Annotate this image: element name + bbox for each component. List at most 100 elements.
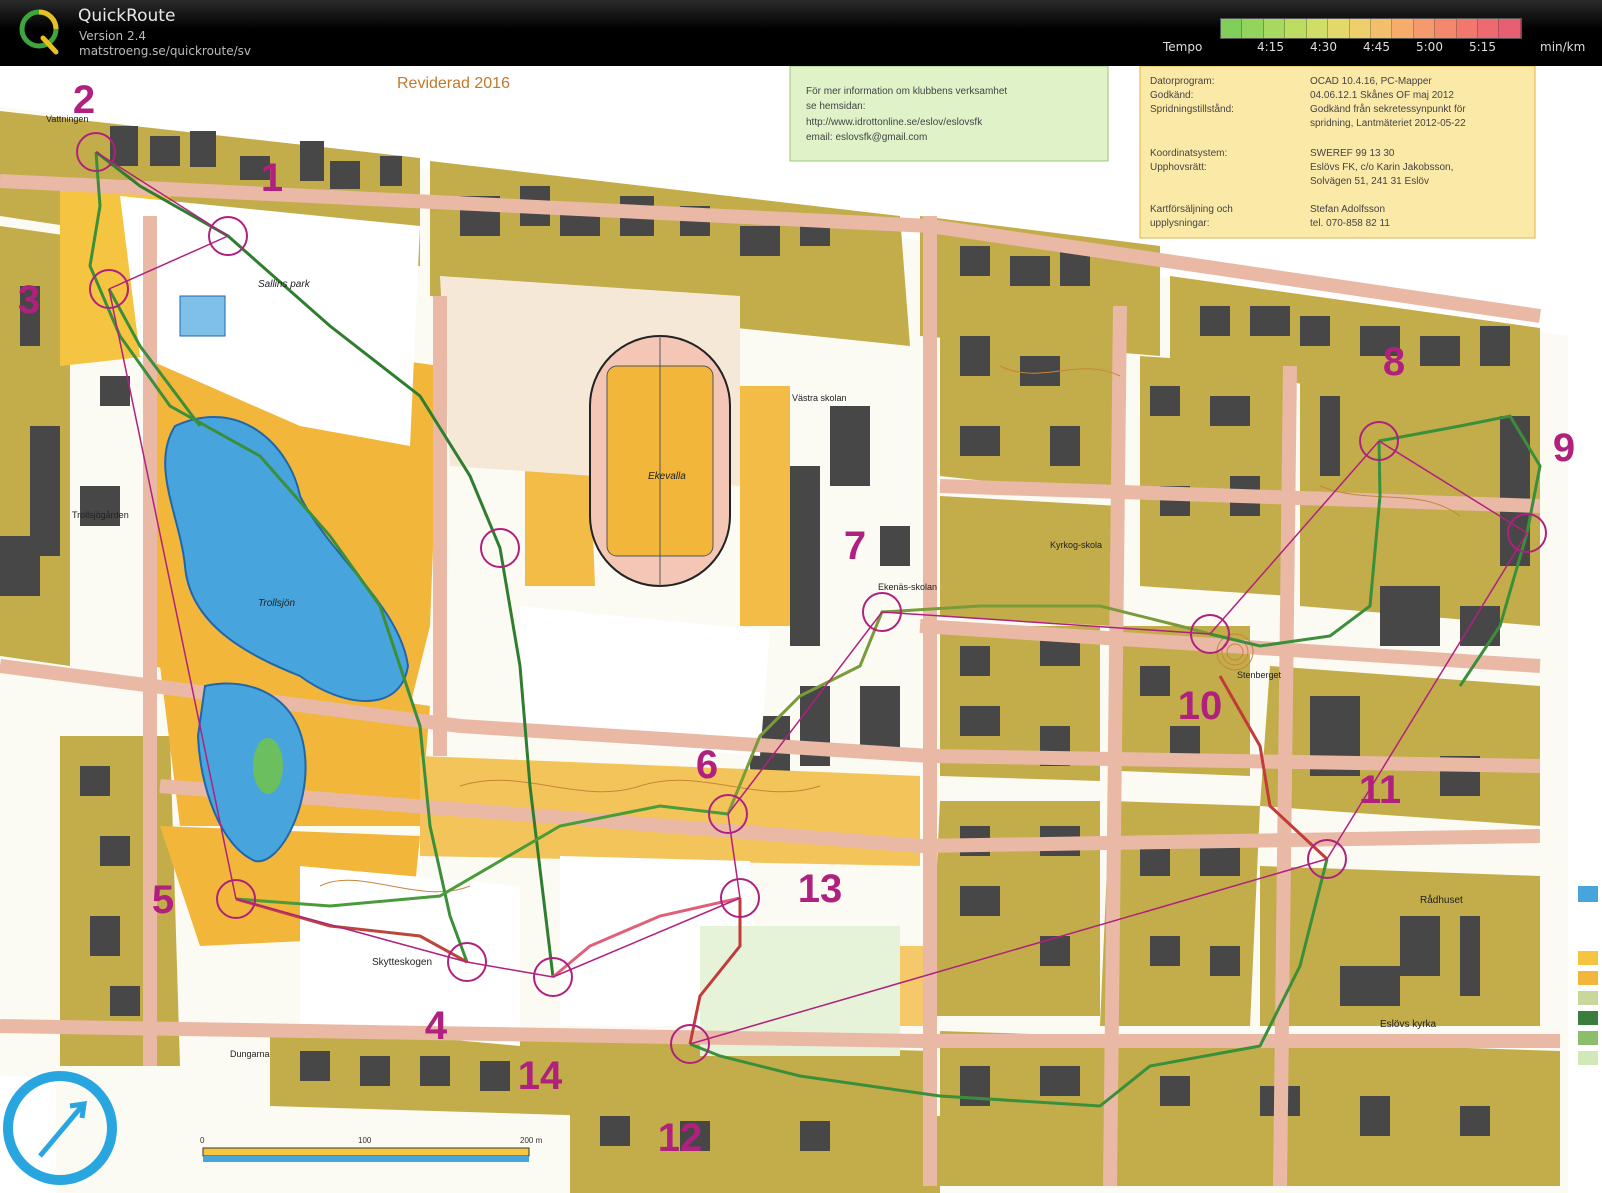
tempo-color-cell: [1349, 19, 1371, 38]
building: [830, 406, 870, 486]
tempo-color-cell: [1263, 19, 1286, 38]
control-number: 8: [1383, 340, 1405, 384]
building: [960, 426, 1000, 456]
map-info-label: Spridningstillstånd:: [1150, 103, 1234, 115]
building: [150, 136, 180, 166]
tempo-color-cell: [1499, 19, 1521, 38]
building: [1250, 306, 1290, 336]
tempo-color-cell: [1478, 19, 1500, 38]
tempo-color-cell: [1370, 19, 1393, 38]
tempo-tick-2: 4:30: [1310, 40, 1337, 54]
building: [1480, 326, 1510, 366]
tempo-tick-5: 5:15: [1469, 40, 1496, 54]
map-info-value: SWEREF 99 13 30: [1310, 148, 1395, 159]
building: [1460, 606, 1500, 646]
building: [420, 1056, 450, 1086]
club-info-line-1: För mer information om klubbens verksamh…: [806, 86, 1007, 97]
label-radhuset: Rådhuset: [1420, 894, 1463, 906]
building: [1020, 356, 1060, 386]
map-info-value: spridning, Lantmäteriet 2012-05-22: [1310, 118, 1466, 129]
scale-zero: 0: [200, 1136, 205, 1145]
building: [1040, 1066, 1080, 1096]
building: [1420, 336, 1460, 366]
app-title: QuickRoute: [78, 6, 176, 26]
building: [1140, 666, 1170, 696]
building: [1170, 726, 1200, 756]
tempo-label: Tempo: [1163, 40, 1203, 54]
quickroute-logo-icon: [19, 9, 59, 55]
tempo-color-cell: [1328, 19, 1350, 38]
control-number: 1: [261, 156, 283, 200]
tempo-color-cell: [1413, 19, 1436, 38]
building: [1380, 586, 1440, 646]
club-info-box: För mer information om klubbens verksamh…: [789, 66, 1109, 162]
control-number: 9: [1553, 426, 1575, 470]
building: [880, 526, 910, 566]
map-info-value: Godkänd från sekretessynpunkt för: [1310, 103, 1466, 115]
building: [0, 536, 40, 596]
map-info-label: Koordinatsystem:: [1150, 148, 1227, 159]
map-info-value: Solvägen 51, 241 31 Eslöv: [1310, 176, 1429, 187]
orienteering-map[interactable]: 1 2 3 4 5 6 7 8 9 10 11 12 13 14 Vattningen Sallins p…: [0, 66, 1602, 1193]
building: [300, 1051, 330, 1081]
building: [1400, 916, 1440, 976]
label-trollsjon: Trollsjön: [258, 598, 295, 609]
map-info-value: tel. 070-858 82 11: [1310, 218, 1390, 229]
label-ekevalla: Ekevalla: [648, 471, 686, 482]
app-version: Version 2.4: [79, 29, 147, 43]
building: [800, 1121, 830, 1151]
tempo-color-cell: [1242, 19, 1264, 38]
building: [480, 1061, 510, 1091]
tempo-color-scale: [1220, 18, 1522, 39]
map-info-box: Datorprogram: Godkänd: Spridningstillstånd…: [1139, 66, 1536, 239]
label-kyrkog-skola: Kyrkog-skola: [1050, 540, 1102, 550]
building: [100, 376, 130, 406]
control-number: 12: [658, 1116, 703, 1160]
label-dungarna: Dungarna: [230, 1049, 270, 1059]
tempo-color-cell: [1285, 19, 1307, 38]
label-vastra-skolan: Västra skolan: [792, 393, 847, 403]
label-skytteskogen: Skytteskogen: [372, 957, 432, 968]
tempo-tick-3: 4:45: [1363, 40, 1390, 54]
building: [110, 986, 140, 1016]
label-vattningen: Vattningen: [46, 114, 88, 124]
scale-mid: 100: [358, 1136, 372, 1145]
map-canvas[interactable]: 1234567891011121314 Vattningen Sallins p…: [0, 66, 1602, 1193]
map-info-label: upplysningar:: [1150, 218, 1209, 229]
building: [1460, 916, 1480, 996]
building: [1210, 946, 1240, 976]
building: [1320, 396, 1340, 476]
map-info-label: Upphovsrätt:: [1150, 162, 1207, 173]
label-ekenas-skolan: Ekenäs-skolan: [878, 582, 937, 592]
map-info-label: Datorprogram:: [1150, 76, 1214, 87]
building: [1010, 256, 1050, 286]
building: [1360, 1096, 1390, 1136]
building: [1150, 936, 1180, 966]
building: [1150, 386, 1180, 416]
control-number: 4: [425, 1004, 448, 1048]
control-number: 10: [1178, 684, 1223, 728]
tempo-color-cell: [1221, 19, 1243, 38]
tempo-unit: min/km: [1540, 40, 1586, 54]
map-symbol-legend: [1578, 886, 1598, 1065]
building: [960, 706, 1000, 736]
map-info-value: Eslövs FK, c/o Karin Jakobsson,: [1310, 162, 1453, 173]
building: [1200, 846, 1240, 876]
tempo-color-cell: [1392, 19, 1414, 38]
building: [80, 486, 120, 526]
map-info-value: 04.06.12.1 Skånes OF maj 2012: [1310, 89, 1454, 101]
tempo-color-cell: [1435, 19, 1457, 38]
app-url[interactable]: matstroeng.se/quickroute/sv: [79, 44, 251, 58]
revision-text: Reviderad 2016: [397, 75, 510, 92]
ekevalla-stadium: [589, 335, 731, 587]
building: [740, 226, 780, 256]
building: [1200, 306, 1230, 336]
club-info-line-2: se hemsidan:: [806, 101, 865, 112]
control-number: 13: [798, 867, 843, 911]
building: [960, 246, 990, 276]
building: [80, 766, 110, 796]
scale-end: 200 m: [520, 1136, 543, 1145]
map-info-value: Stefan Adolfsson: [1310, 204, 1385, 215]
tempo-color-cell: [1456, 19, 1479, 38]
map-info-value: OCAD 10.4.16, PC-Mapper: [1310, 76, 1432, 87]
